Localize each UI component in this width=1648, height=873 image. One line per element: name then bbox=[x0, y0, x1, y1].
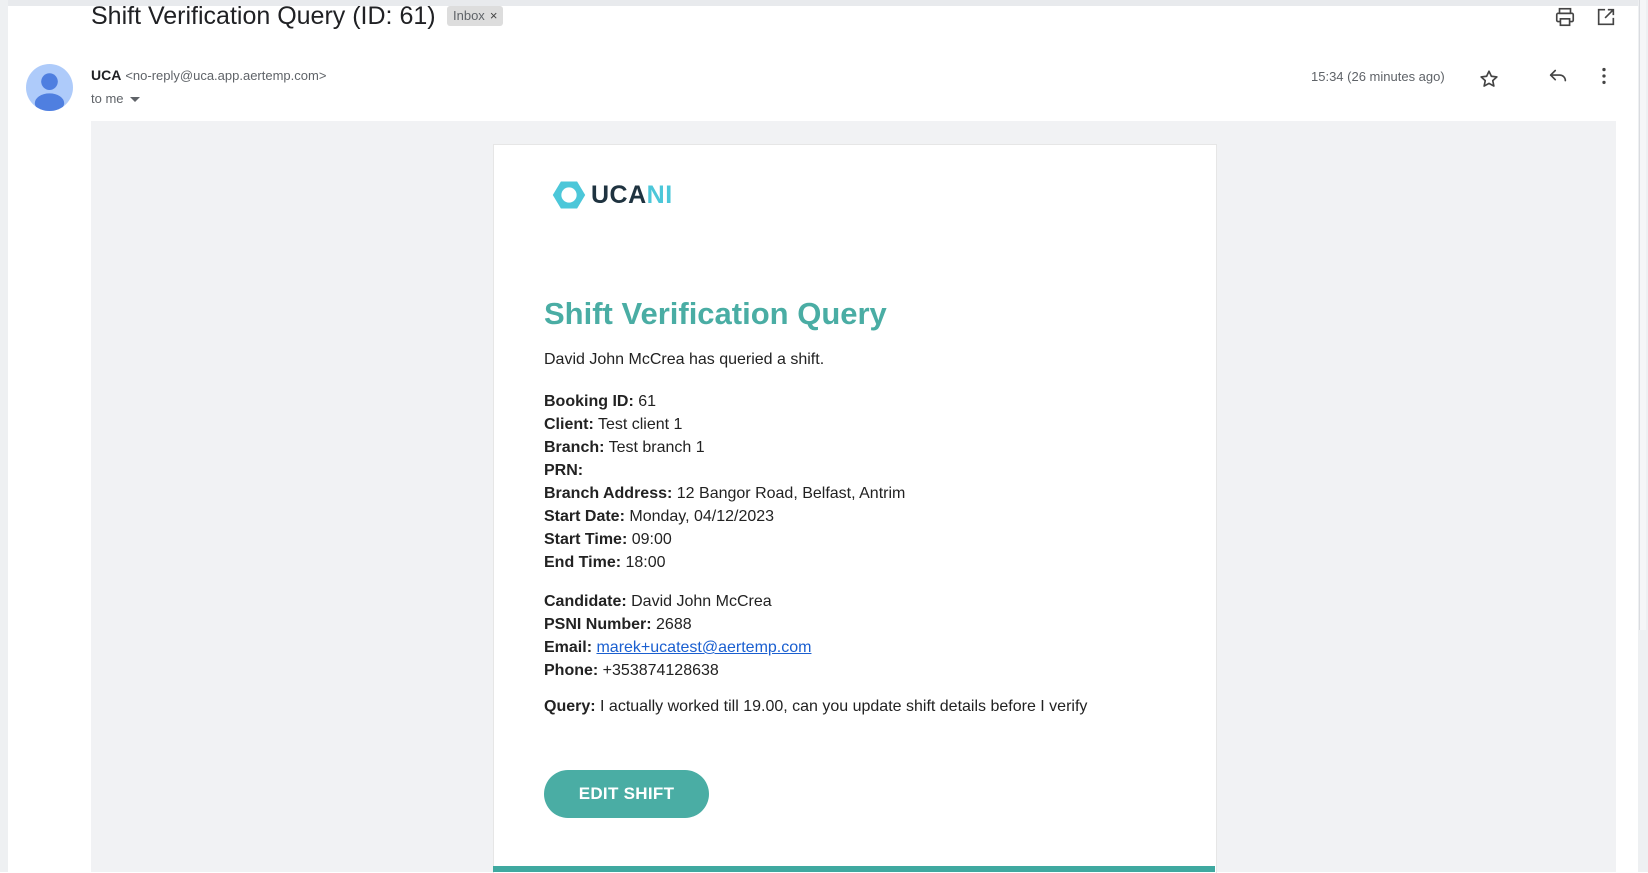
ucani-logo: UCANI bbox=[551, 177, 673, 213]
detail-row-branch: Branch: Test branch 1 bbox=[544, 439, 705, 456]
sender-avatar[interactable] bbox=[26, 64, 73, 111]
email-timestamp: 15:34 (26 minutes ago) bbox=[1311, 69, 1445, 84]
expand-recipients-icon[interactable] bbox=[129, 97, 140, 102]
detail-row-psni: PSNI Number: 2688 bbox=[544, 616, 692, 633]
inbox-label-text: Inbox bbox=[453, 8, 485, 23]
sender-line: UCA <no-reply@uca.app.aertemp.com> bbox=[91, 67, 326, 83]
inbox-label-chip[interactable]: Inbox × bbox=[447, 6, 504, 26]
sender-address: <no-reply@uca.app.aertemp.com> bbox=[125, 68, 327, 83]
candidate-email-link[interactable]: marek+ucatest@aertemp.com bbox=[596, 639, 811, 656]
detail-row-phone: Phone: +353874128638 bbox=[544, 662, 719, 679]
reply-icon[interactable] bbox=[1543, 61, 1573, 91]
scrollbar[interactable] bbox=[1639, 0, 1646, 630]
edit-shift-button[interactable]: EDIT SHIFT bbox=[544, 770, 709, 818]
shift-details: Booking ID: 61 Client: Test client 1 Bra… bbox=[544, 390, 905, 574]
intro-text: David John McCrea has queried a shift. bbox=[544, 351, 825, 368]
detail-row-prn: PRN: bbox=[544, 462, 584, 479]
hexagon-logo-icon bbox=[552, 181, 586, 209]
logo-wordmark: UCANI bbox=[591, 180, 673, 209]
person-icon bbox=[34, 73, 65, 111]
remove-label-icon[interactable]: × bbox=[490, 6, 498, 26]
email-heading: Shift Verification Query bbox=[544, 296, 887, 331]
query-text: Query: I actually worked till 19.00, can… bbox=[544, 698, 1088, 715]
email-subject: Shift Verification Query (ID: 61) bbox=[91, 2, 436, 30]
detail-row-candidate: Candidate: David John McCrea bbox=[544, 593, 772, 610]
recipient-line[interactable]: to me bbox=[91, 91, 140, 106]
candidate-details: Candidate: David John McCrea PSNI Number… bbox=[544, 590, 811, 682]
detail-row-end-time: End Time: 18:00 bbox=[544, 554, 666, 571]
more-options-icon[interactable] bbox=[1589, 61, 1619, 91]
detail-row-start-date: Start Date: Monday, 04/12/2023 bbox=[544, 508, 775, 525]
recipient-text: to me bbox=[91, 91, 124, 106]
detail-row-start-time: Start Time: 09:00 bbox=[544, 531, 672, 548]
detail-row-email: Email: marek+ucatest@aertemp.com bbox=[544, 639, 812, 656]
detail-row-booking-id: Booking ID: 61 bbox=[544, 393, 657, 410]
sender-name[interactable]: UCA bbox=[91, 67, 121, 83]
open-in-new-window-icon[interactable] bbox=[1591, 2, 1621, 32]
card-footer-bar bbox=[493, 866, 1215, 872]
left-border bbox=[0, 0, 8, 872]
detail-row-branch-address: Branch Address: 12 Bangor Road, Belfast,… bbox=[544, 485, 906, 502]
print-icon[interactable] bbox=[1550, 2, 1580, 32]
detail-row-client: Client: Test client 1 bbox=[544, 416, 683, 433]
star-icon[interactable] bbox=[1474, 64, 1504, 94]
